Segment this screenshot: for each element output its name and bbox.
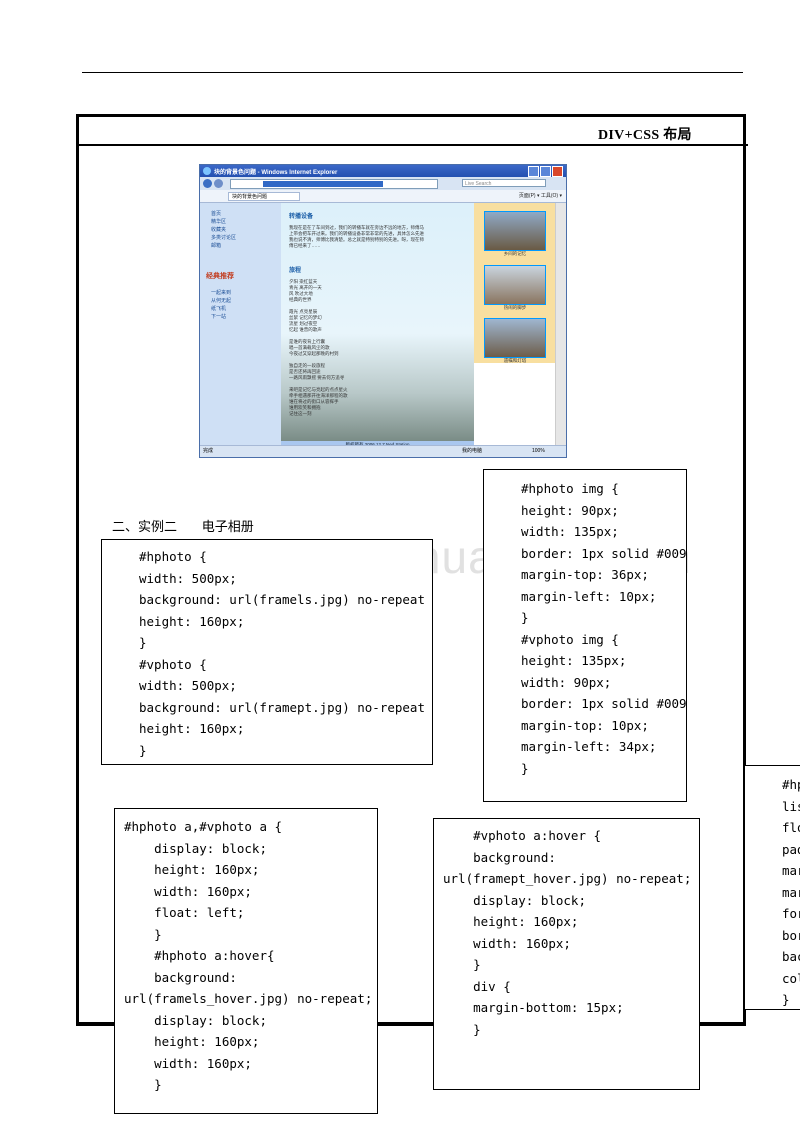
photo-caption: 遗嘱和灯塔: [503, 358, 527, 363]
side-item: 纸飞机: [211, 306, 227, 312]
minimize-icon: [528, 166, 539, 177]
photo-caption: 乡间的记忆: [503, 251, 527, 256]
code-box-photo-bg: #hphoto { width: 500px; background: url(…: [101, 539, 433, 765]
status-bar: 完成 我的电脑 100%: [200, 445, 566, 457]
code-box-cut-off: #hp lis flo pad mar mar for bor bac col …: [744, 765, 800, 1010]
code-box-anchor-rules: #hphoto a,#vphoto a { display: block; he…: [114, 808, 378, 1114]
zone-label: 我的电脑: [462, 448, 483, 454]
nav-item: 精华区: [211, 219, 227, 225]
code-text: #hphoto a,#vphoto a { display: block; he…: [124, 819, 373, 1092]
photo-thumbnail: [484, 318, 546, 358]
browser-page: 首页 精华区 收藏夹 多类讨论区 邮箱 经典推荐 一起来到 从何无起 纸飞机 下…: [200, 203, 566, 448]
code-box-vphoto-hover: #vphoto a:hover { background: url(framep…: [433, 818, 700, 1090]
nav-item: 首页: [211, 211, 222, 217]
nav-item: 多类讨论区: [211, 235, 237, 241]
side-heading: 经典推荐: [206, 272, 234, 280]
photo-caption: 热闹的脚步: [503, 305, 527, 310]
frame-header-rule: [79, 144, 748, 146]
maximize-icon: [540, 166, 551, 177]
search-field: Live Search: [462, 179, 546, 187]
article-text: 我现在是在了车间到过，我们的转播车就在旁边不远的地方，师傅马 上带会把车开过来。…: [289, 225, 424, 248]
code-text: #hphoto img { height: 90px; width: 135px…: [521, 481, 687, 776]
nav-item: 收藏夹: [211, 227, 227, 233]
close-icon: [552, 166, 563, 177]
photo-thumbnail: [484, 265, 546, 305]
nav-list: 首页 精华区 收藏夹 多类讨论区 邮箱: [211, 210, 236, 250]
browser-tab: 块的背景色问题: [228, 192, 300, 201]
address-bar: Live Search: [200, 177, 566, 191]
nav-item: 邮箱: [211, 243, 222, 249]
side-item: 从何无起: [211, 298, 232, 304]
code-text: #hp lis flo pad mar mar for bor bac col …: [782, 777, 800, 1007]
page-sidebar: 首页 精华区 收藏夹 多类讨论区 邮箱 经典推荐 一起来到 从何无起 纸飞机 下…: [200, 203, 281, 448]
status-text: 完成: [203, 448, 214, 454]
ie-logo-icon: [203, 167, 211, 175]
tab-bar: 块的背景色问题 页面(P) ▾ 工具(O) ▾: [200, 190, 566, 203]
code-box-img-rules: #hphoto img { height: 90px; width: 135px…: [483, 469, 687, 802]
browser-title: 块的背景色问题 - Windows Internet Explorer: [214, 170, 338, 176]
photo-thumbnail: [484, 211, 546, 251]
article-title: 旅程: [289, 267, 302, 274]
top-rule: [82, 72, 743, 73]
photo-column: 乡间的记忆 热闹的脚步 遗嘱和灯塔: [474, 203, 557, 363]
browser-title-bar: 块的背景色问题 - Windows Internet Explorer: [200, 165, 566, 177]
code-text: #vphoto a:hover { background: url(framep…: [443, 828, 692, 1037]
side-item: 下一站: [211, 314, 227, 320]
code-text: #hphoto { width: 500px; background: url(…: [139, 549, 425, 758]
article-title: 转播设备: [289, 213, 314, 220]
browser-screenshot: 块的背景色问题 - Windows Internet Explorer Live…: [199, 164, 567, 458]
zoom-level: 100%: [532, 448, 545, 454]
back-icon: [203, 179, 212, 188]
forward-icon: [214, 179, 223, 188]
browser-toolbar: 页面(P) ▾ 工具(O) ▾: [518, 193, 562, 199]
page-main: 转播设备 我现在是在了车间到过，我们的转播车就在旁边不远的地方，师傅马 上带会把…: [281, 203, 474, 441]
side-item: 一起来到: [211, 290, 232, 296]
article-text: 夕阳 染红蓝天 青光 离开的一天 风 吹过大地 经典的世界 霞光 点亮星辰 丝絮…: [289, 279, 348, 416]
page-title: DIV+CSS 布局: [598, 128, 692, 143]
side-list: 一起来到 从何无起 纸飞机 下一站: [211, 289, 231, 321]
url-field: [230, 179, 438, 189]
scrollbar: [555, 203, 566, 448]
